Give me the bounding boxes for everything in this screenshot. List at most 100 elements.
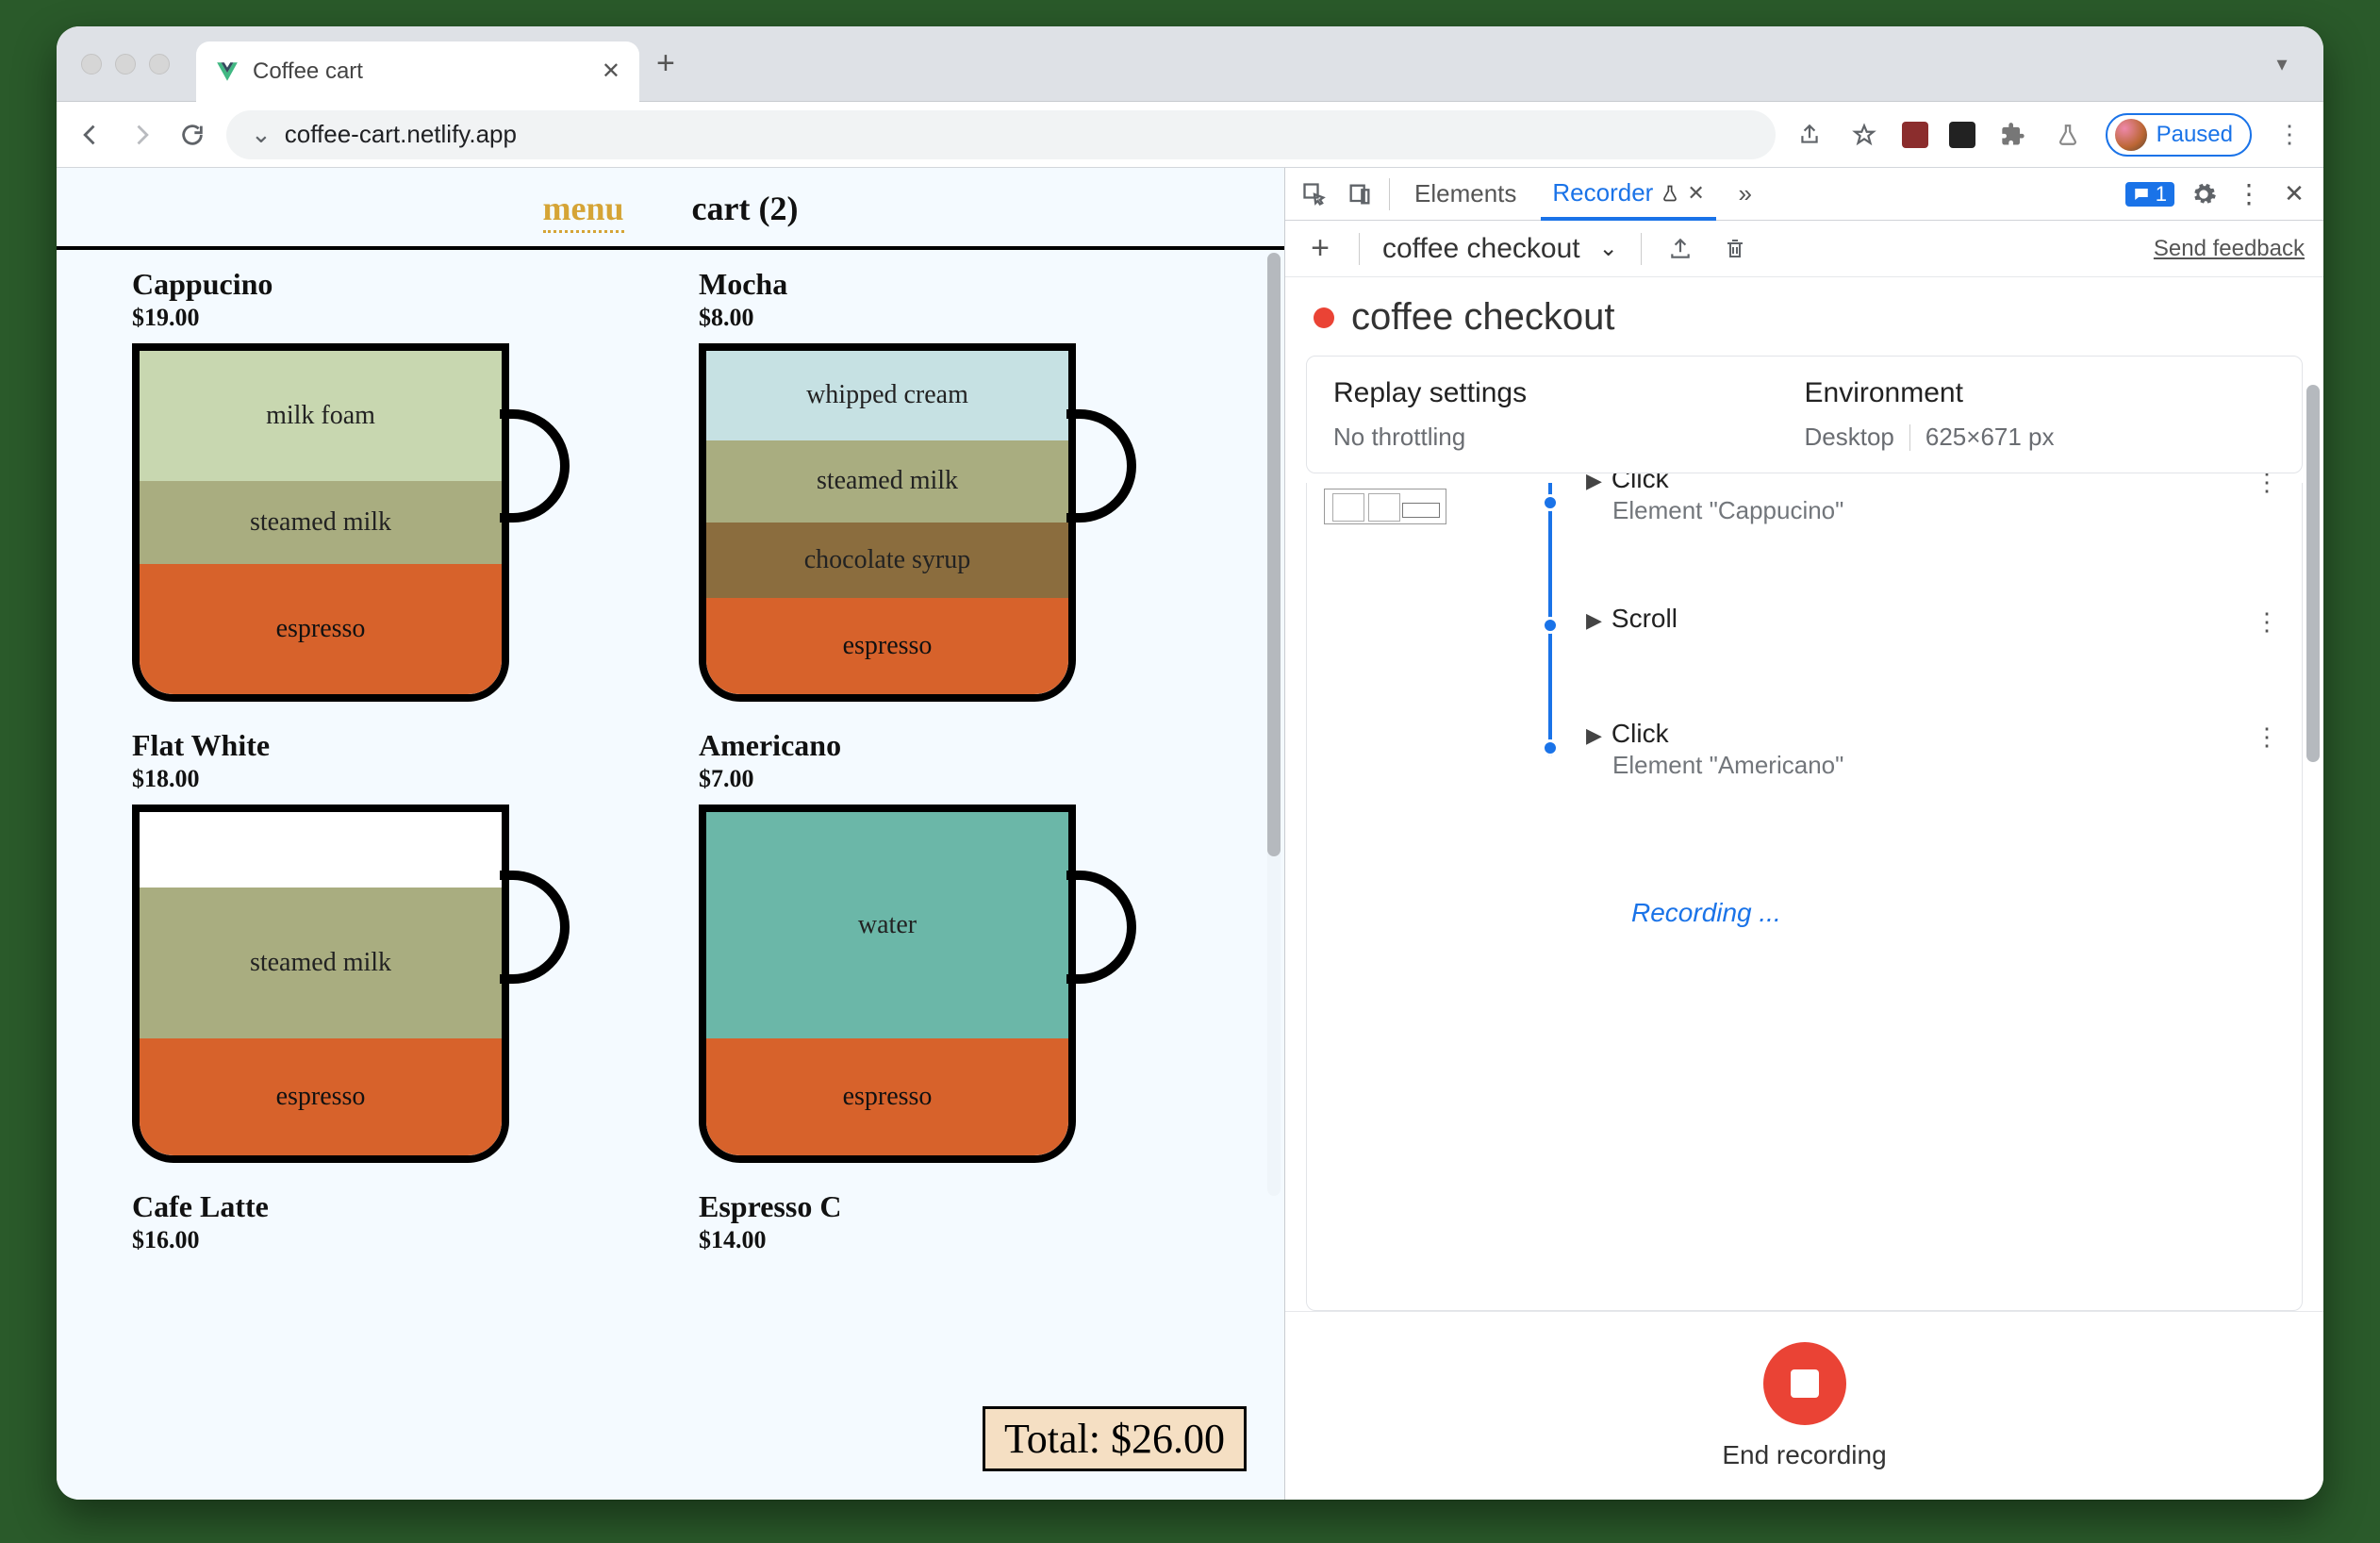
extension-icon-2[interactable] bbox=[1949, 122, 1975, 148]
expand-chevron-icon[interactable]: ▶ bbox=[1586, 608, 1602, 632]
environment-heading: Environment bbox=[1805, 377, 2276, 409]
address-bar[interactable]: ⌄ coffee-cart.netlify.app bbox=[226, 110, 1776, 159]
devtools-tabbar: Elements Recorder ✕ » 1 ⋮ ✕ bbox=[1285, 168, 2323, 221]
maximize-window-button[interactable] bbox=[149, 54, 170, 75]
mug-layer: espresso bbox=[140, 1038, 502, 1155]
delete-icon[interactable] bbox=[1719, 237, 1751, 261]
url-text: coffee-cart.netlify.app bbox=[285, 120, 517, 149]
recording-title-row: coffee checkout bbox=[1285, 277, 2323, 356]
browser-menu-icon[interactable]: ⋮ bbox=[2273, 118, 2306, 152]
message-icon bbox=[2133, 186, 2150, 203]
close-devtools-icon[interactable]: ✕ bbox=[2278, 179, 2310, 208]
toolbar-actions: Paused ⋮ bbox=[1793, 113, 2306, 157]
recording-title: coffee checkout bbox=[1351, 296, 1614, 339]
stop-recording-button[interactable] bbox=[1763, 1342, 1846, 1425]
recording-selector[interactable]: coffee checkout ⌄ bbox=[1382, 233, 1618, 265]
export-icon[interactable] bbox=[1664, 237, 1696, 261]
end-recording-section: End recording bbox=[1285, 1311, 2323, 1500]
step-item[interactable]: ▶Click Element "Americano" ⋮ bbox=[1586, 719, 2279, 780]
throttling-value[interactable]: No throttling bbox=[1333, 423, 1805, 452]
step-item[interactable]: ▶Click Element "Cappucino" ⋮ bbox=[1586, 473, 2279, 525]
nav-menu-link[interactable]: menu bbox=[543, 189, 624, 233]
devtools-menu-icon[interactable]: ⋮ bbox=[2233, 178, 2265, 209]
mug-layer: espresso bbox=[140, 564, 502, 694]
coffee-price: $7.00 bbox=[699, 765, 1209, 793]
total-box[interactable]: Total: $26.00 bbox=[983, 1406, 1247, 1471]
mug-layer: milk foam bbox=[140, 351, 502, 481]
timeline-line bbox=[1548, 483, 1552, 1310]
mug-layer: water bbox=[706, 812, 1068, 1038]
reload-button[interactable] bbox=[175, 118, 209, 152]
experiments-flask-icon[interactable] bbox=[2051, 118, 2085, 152]
timeline-node bbox=[1542, 617, 1559, 634]
devtools-panel: Elements Recorder ✕ » 1 ⋮ ✕ + bbox=[1284, 168, 2323, 1500]
tab-elements[interactable]: Elements bbox=[1403, 170, 1528, 218]
expand-chevron-icon[interactable]: ▶ bbox=[1586, 723, 1602, 747]
close-recorder-tab-icon[interactable]: ✕ bbox=[1687, 181, 1704, 206]
tab-recorder[interactable]: Recorder ✕ bbox=[1541, 169, 1715, 221]
minimize-window-button[interactable] bbox=[115, 54, 136, 75]
coffee-price: $16.00 bbox=[132, 1226, 642, 1254]
new-recording-icon[interactable]: + bbox=[1304, 230, 1336, 267]
step-menu-icon[interactable]: ⋮ bbox=[2255, 473, 2279, 497]
close-tab-icon[interactable]: ✕ bbox=[602, 58, 620, 85]
share-icon[interactable] bbox=[1793, 118, 1826, 152]
step-item[interactable]: ▶Scroll ⋮ bbox=[1586, 604, 2279, 634]
coffee-item: Flat White$18.00steamed milkespresso bbox=[132, 728, 642, 1172]
page-scrollbar[interactable] bbox=[1267, 253, 1281, 1196]
step-menu-icon[interactable]: ⋮ bbox=[2255, 607, 2279, 637]
new-tab-button[interactable]: + bbox=[656, 45, 675, 82]
back-button[interactable] bbox=[74, 118, 107, 152]
coffee-price: $18.00 bbox=[132, 765, 642, 793]
site-info-chevron-icon[interactable]: ⌄ bbox=[251, 120, 272, 149]
mug-body: milk foamsteamed milkespresso bbox=[132, 343, 509, 702]
vue-favicon-icon bbox=[215, 59, 240, 84]
browser-tab[interactable]: Coffee cart ✕ bbox=[196, 41, 639, 102]
close-window-button[interactable] bbox=[81, 54, 102, 75]
mug-handle bbox=[1066, 409, 1136, 523]
extensions-puzzle-icon[interactable] bbox=[1996, 118, 2030, 152]
devtools-scrollbar[interactable] bbox=[2306, 224, 2320, 885]
more-tabs-icon[interactable]: » bbox=[1729, 179, 1761, 208]
step-menu-icon[interactable]: ⋮ bbox=[2255, 722, 2279, 752]
coffee-mug[interactable]: milk foamsteamed milkespresso bbox=[132, 343, 575, 711]
coffee-mug[interactable]: waterespresso bbox=[699, 805, 1142, 1172]
coffee-item: Cappucino$19.00milk foamsteamed milkespr… bbox=[132, 267, 642, 711]
mug-body: waterespresso bbox=[699, 805, 1076, 1163]
profile-paused-pill[interactable]: Paused bbox=[2106, 113, 2252, 157]
coffee-name: Cafe Latte bbox=[132, 1189, 642, 1224]
window-controls bbox=[81, 54, 170, 75]
mug-handle bbox=[500, 409, 570, 523]
timeline-node bbox=[1542, 494, 1559, 511]
settings-gear-icon[interactable] bbox=[2188, 181, 2220, 207]
mug-handle bbox=[1066, 871, 1136, 984]
coffee-name: Cappucino bbox=[132, 267, 642, 302]
content-area: menu cart (2) Cappucino$19.00milk foamst… bbox=[57, 168, 2323, 1500]
coffee-mug[interactable]: whipped creamsteamed milkchocolate syrup… bbox=[699, 343, 1142, 711]
paused-label: Paused bbox=[2157, 122, 2233, 148]
mug-layer: steamed milk bbox=[140, 888, 502, 1038]
chevron-down-icon[interactable]: ▾ bbox=[2265, 47, 2299, 81]
messages-badge[interactable]: 1 bbox=[2125, 182, 2174, 207]
avatar-icon bbox=[2115, 119, 2147, 151]
env-size: 625×671 px bbox=[1925, 423, 2055, 452]
titlebar: Coffee cart ✕ + ▾ bbox=[57, 26, 2323, 102]
nav-cart-link[interactable]: cart (2) bbox=[692, 189, 799, 233]
bookmark-star-icon[interactable] bbox=[1847, 118, 1881, 152]
device-toggle-icon[interactable] bbox=[1344, 181, 1376, 207]
recording-indicator-icon bbox=[1314, 307, 1334, 328]
forward-button[interactable] bbox=[124, 118, 158, 152]
page-viewport: menu cart (2) Cappucino$19.00milk foamst… bbox=[57, 168, 1284, 1500]
expand-chevron-icon[interactable]: ▶ bbox=[1586, 473, 1602, 492]
page-nav: menu cart (2) bbox=[57, 168, 1284, 250]
extension-icon-1[interactable] bbox=[1902, 122, 1928, 148]
step-thumbnail bbox=[1324, 489, 1446, 524]
chevron-down-icon: ⌄ bbox=[1599, 235, 1618, 262]
send-feedback-link[interactable]: Send feedback bbox=[2154, 236, 2305, 262]
steps-area: ▶Click Element "Cappucino" ⋮ ▶Scroll ⋮ ▶… bbox=[1285, 473, 2323, 1311]
env-device: Desktop bbox=[1805, 423, 1894, 452]
coffee-price: $14.00 bbox=[699, 1226, 1209, 1254]
coffee-mug[interactable]: steamed milkespresso bbox=[132, 805, 575, 1172]
inspect-element-icon[interactable] bbox=[1298, 181, 1330, 207]
flask-icon bbox=[1661, 184, 1679, 203]
